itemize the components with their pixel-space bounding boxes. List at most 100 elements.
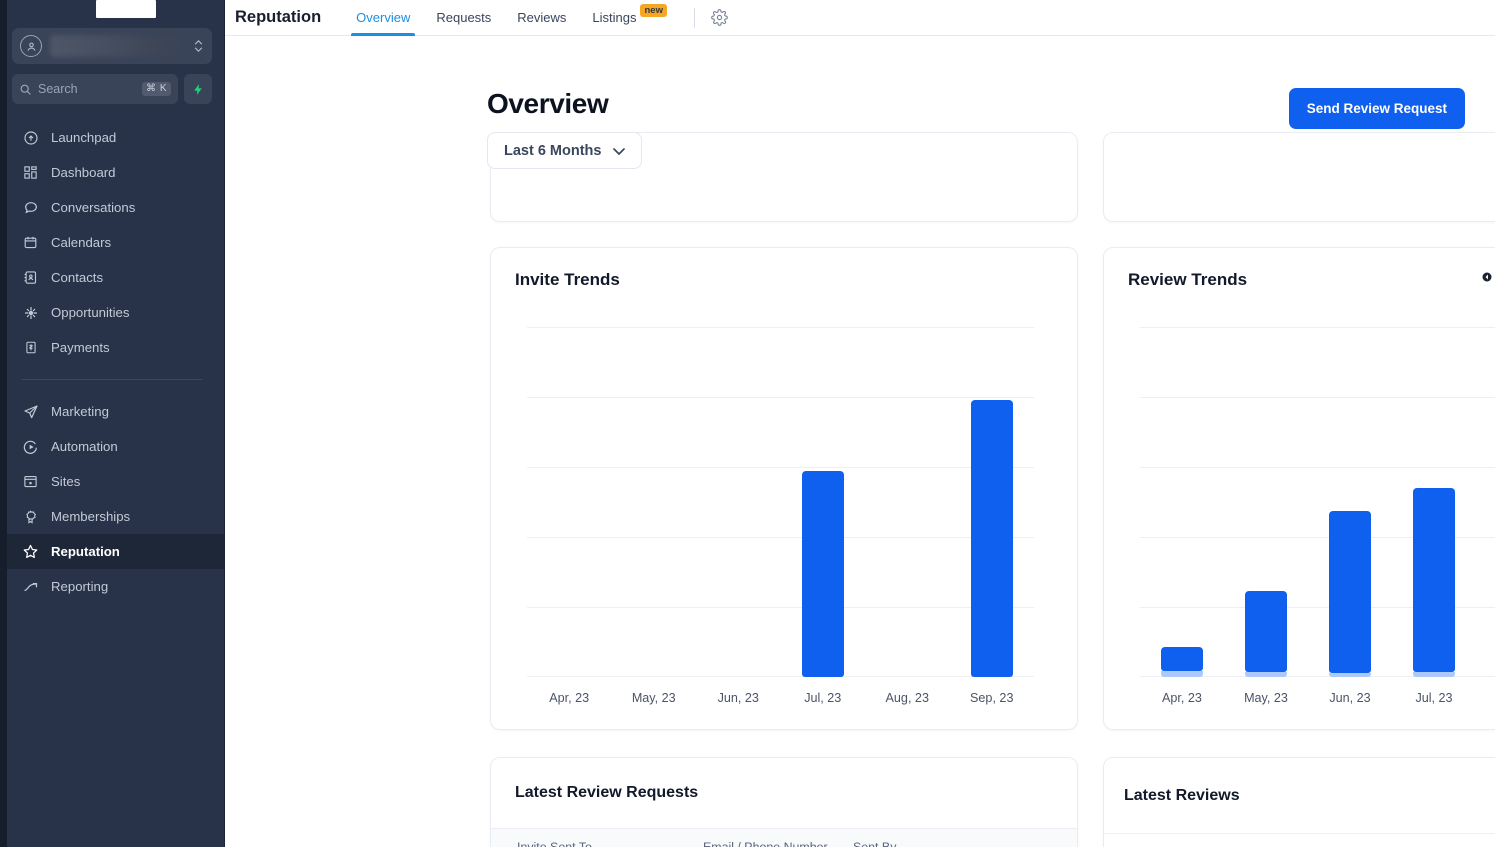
search-input[interactable]: Search ⌘ K (12, 74, 178, 104)
bar-apr[interactable] (1140, 327, 1224, 677)
collapse-panel-icon[interactable] (1481, 268, 1495, 286)
invite-trends-title: Invite Trends (491, 248, 1077, 290)
x-tick: May, 23 (612, 691, 697, 705)
sidebar-item-label: Memberships (51, 509, 130, 524)
app-root: Search ⌘ K Launchpad Dashboard (0, 0, 1495, 847)
calendar-icon (22, 234, 39, 251)
invite-trends-card: Invite Trends (490, 247, 1078, 730)
latest-requests-title: Latest Review Requests (491, 758, 1077, 802)
sidebar-item-payments[interactable]: Payments (0, 330, 224, 365)
account-name (50, 35, 184, 57)
tab-reviews[interactable]: Reviews (504, 0, 579, 36)
bar-may[interactable] (1224, 327, 1308, 677)
lightning-bolt-icon[interactable] (184, 74, 212, 104)
chevron-updown-icon (192, 40, 204, 52)
sidebar-item-label: Contacts (51, 270, 103, 285)
sidebar-nav: Launchpad Dashboard Conversations Calend… (0, 120, 224, 604)
reviews-divider (1104, 833, 1495, 834)
invite-bars (527, 327, 1034, 677)
sidebar-item-reporting[interactable]: Reporting (0, 569, 224, 604)
sidebar-item-label: Automation (51, 439, 118, 454)
chat-bubble-icon (22, 199, 39, 216)
sidebar-item-reputation[interactable]: Reputation (0, 534, 224, 569)
search-row: Search ⌘ K (12, 74, 212, 104)
account-selector[interactable] (12, 28, 212, 64)
sidebar-item-label: Conversations (51, 200, 135, 215)
sidebar-item-calendars[interactable]: Calendars (0, 225, 224, 260)
content-scroll-area[interactable]: Invite Trends (225, 36, 1495, 847)
bar-aug[interactable] (1476, 327, 1495, 677)
bar-jul[interactable] (1392, 327, 1476, 677)
search-shortcut-badge: ⌘ K (142, 82, 171, 96)
sidebar-item-launchpad[interactable]: Launchpad (0, 120, 224, 155)
x-tick: Apr, 23 (1140, 691, 1224, 705)
column-header-sent-by: Sent By (853, 840, 973, 847)
sidebar-item-sites[interactable]: Sites (0, 464, 224, 499)
x-tick: Sep, 23 (950, 691, 1035, 705)
bar-jun[interactable] (1308, 327, 1392, 677)
sidebar-item-opportunities[interactable]: Opportunities (0, 295, 224, 330)
invite-x-axis: Apr, 23 May, 23 Jun, 23 Jul, 23 Aug, 23 … (527, 691, 1034, 705)
column-header-invite-sent-to: Invite Sent To (517, 840, 703, 847)
bar-jul[interactable] (781, 327, 866, 677)
sidebar-item-label: Calendars (51, 235, 111, 250)
x-tick: May, 23 (1224, 691, 1308, 705)
sidebar-item-automation[interactable]: Automation (0, 429, 224, 464)
tab-requests[interactable]: Requests (423, 0, 504, 36)
top-bar: Reputation Overview Requests Reviews Lis… (225, 0, 1495, 36)
sidebar-item-label: Launchpad (51, 130, 116, 145)
bar-may[interactable] (612, 327, 697, 677)
date-range-selector[interactable]: Last 6 Months (487, 132, 642, 169)
x-tick: Jun, 23 (696, 691, 781, 705)
bar-apr[interactable] (527, 327, 612, 677)
logo (0, 0, 224, 18)
column-header-email-phone: Email / Phone Number (703, 840, 853, 847)
sidebar-item-marketing[interactable]: Marketing (0, 394, 224, 429)
sidebar-item-memberships[interactable]: Memberships (0, 499, 224, 534)
tab-listings[interactable]: Listings new (579, 0, 680, 36)
bar-sep[interactable] (950, 327, 1035, 677)
x-tick: Apr, 23 (527, 691, 612, 705)
tab-overview[interactable]: Overview (343, 0, 423, 36)
paper-plane-icon (22, 403, 39, 420)
star-outline-icon (22, 543, 39, 560)
dashboard-grid-icon (22, 164, 39, 181)
browser-window-icon (22, 473, 39, 490)
search-icon (19, 83, 32, 96)
x-tick: Jul, 23 (781, 691, 866, 705)
bar-jun[interactable] (696, 327, 781, 677)
sidebar-item-contacts[interactable]: Contacts (0, 260, 224, 295)
chevron-down-icon (613, 143, 625, 159)
sidebar-item-label: Reporting (51, 579, 108, 594)
page-title: Overview (487, 88, 642, 120)
sidebar-item-conversations[interactable]: Conversations (0, 190, 224, 225)
bar-aug[interactable] (865, 327, 950, 677)
toolbar-divider (694, 8, 695, 28)
tab-bar: Overview Requests Reviews Listings new (343, 0, 733, 36)
review-trends-card: Review Trends (1103, 247, 1495, 730)
sidebar-item-label: Opportunities (51, 305, 129, 320)
main-area: Reputation Overview Requests Reviews Lis… (225, 0, 1495, 847)
play-circle-icon (22, 438, 39, 455)
review-trends-plot (1140, 327, 1495, 677)
latest-review-requests-card: Latest Review Requests Invite Sent To Em… (490, 757, 1078, 847)
opportunities-node-icon (22, 304, 39, 321)
sidebar-item-label: Marketing (51, 404, 109, 419)
tab-label: Requests (436, 10, 491, 25)
x-tick: Aug, 23 (1476, 691, 1495, 705)
gear-icon[interactable] (707, 5, 733, 31)
x-tick: Aug, 23 (865, 691, 950, 705)
review-x-axis: Apr, 23 May, 23 Jun, 23 Jul, 23 Aug, 23 … (1140, 691, 1495, 705)
latest-reviews-card: Latest Reviews FB Fitness Business Coach… (1103, 757, 1495, 847)
page-header: Overview Last 6 Months Send Review Reque… (487, 88, 1465, 169)
sidebar: Search ⌘ K Launchpad Dashboard (0, 0, 225, 847)
tab-label: Listings (592, 10, 636, 25)
sidebar-item-label: Sites (51, 474, 80, 489)
sidebar-item-dashboard[interactable]: Dashboard (0, 155, 224, 190)
send-review-request-button[interactable]: Send Review Request (1289, 88, 1465, 129)
launchpad-icon (22, 129, 39, 146)
invite-trends-plot (527, 327, 1034, 677)
sidebar-item-label: Dashboard (51, 165, 116, 180)
search-placeholder: Search (38, 82, 136, 96)
contacts-book-icon (22, 269, 39, 286)
